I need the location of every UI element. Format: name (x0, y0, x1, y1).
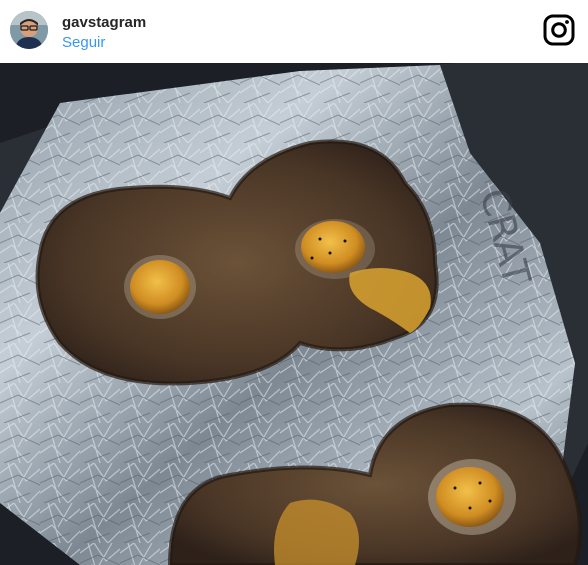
post-header: gavstagram Seguir (0, 0, 588, 63)
photo-image: CRAT (0, 63, 588, 565)
follow-link[interactable]: Seguir (62, 33, 146, 53)
user-info: gavstagram Seguir (62, 14, 146, 53)
avatar-image (10, 11, 48, 49)
post-photo[interactable]: CRAT (0, 63, 588, 565)
profile-avatar[interactable] (10, 11, 48, 49)
instagram-embed-card: gavstagram Seguir CRAT (0, 0, 588, 565)
instagram-glyph-icon[interactable] (543, 14, 575, 46)
username[interactable]: gavstagram (62, 14, 146, 32)
